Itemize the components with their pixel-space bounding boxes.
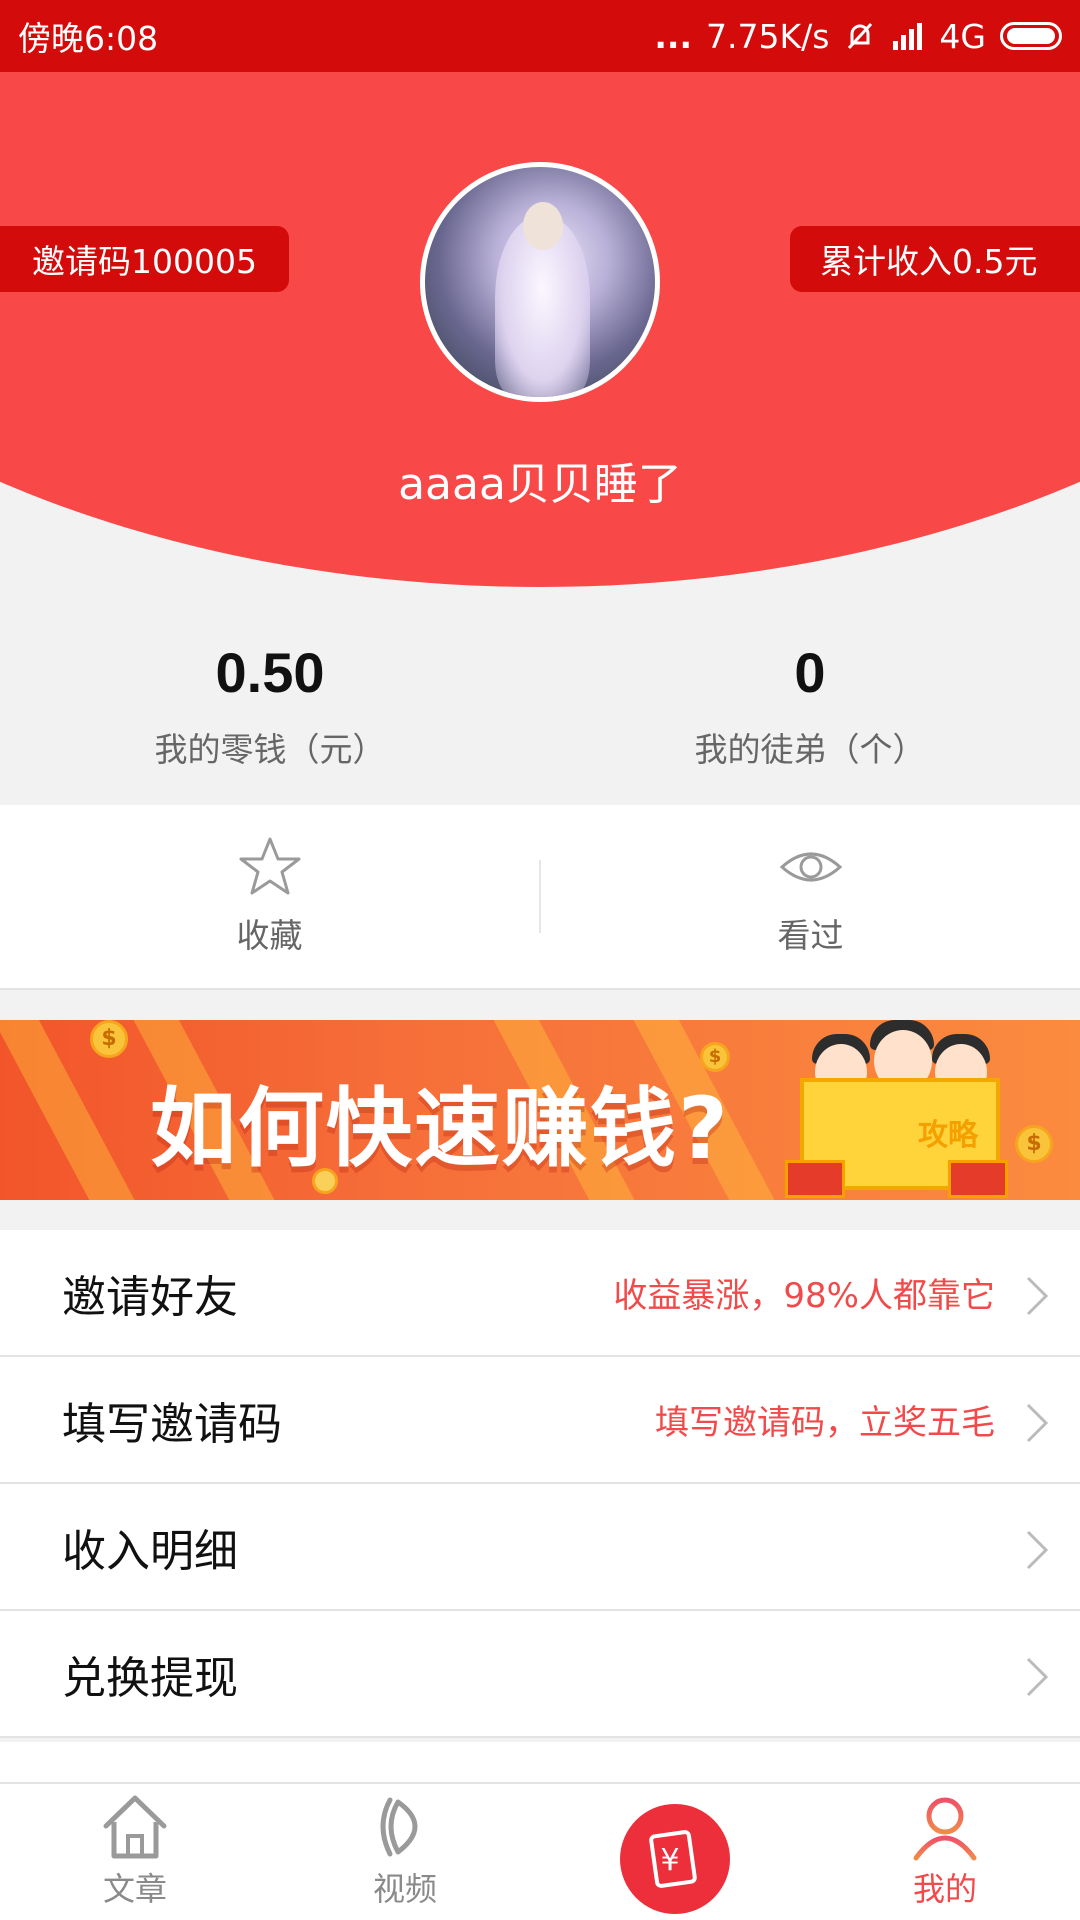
- network-type: 4G: [939, 16, 986, 56]
- history-button[interactable]: 看过: [541, 805, 1080, 988]
- menu-title: 收入明细: [62, 1525, 238, 1577]
- status-right: ... 7.75K/s 4G: [654, 17, 1062, 56]
- menu-hint: 填写邀请码，立奖五毛: [655, 1403, 995, 1443]
- mute-bell-icon: [848, 22, 873, 50]
- menu-exchange-withdraw[interactable]: 兑换提现: [0, 1611, 1080, 1738]
- tab-articles[interactable]: 文章: [0, 1784, 270, 1920]
- username: aaaa贝贝睡了: [398, 459, 682, 510]
- menu-title: 邀请好友: [62, 1271, 238, 1323]
- menu-income-details[interactable]: 收入明细: [0, 1484, 1080, 1611]
- tab-label: 视频: [372, 1870, 437, 1908]
- avatar-head: [523, 202, 563, 250]
- menu-enter-invite-code[interactable]: 填写邀请码 填写邀请码，立奖五毛: [0, 1357, 1080, 1484]
- yuan-symbol: ¥: [660, 1843, 679, 1878]
- chevron-right-icon: [1026, 1403, 1049, 1443]
- person-icon: [913, 1797, 977, 1861]
- tab-label: 文章: [102, 1870, 167, 1908]
- menu-invite-friends[interactable]: 邀请好友 收益暴涨，98%人都靠它: [0, 1230, 1080, 1357]
- net-speed: 7.75K/s: [705, 16, 830, 56]
- history-label: 看过: [777, 916, 844, 955]
- banner-text: 如何快速赚钱?: [150, 1079, 730, 1179]
- gift-box-icon: [948, 1160, 1008, 1198]
- stat-wallet-label: 我的零钱（元）: [154, 730, 386, 769]
- coin-icon: $: [1015, 1125, 1053, 1163]
- favorites-button[interactable]: 收藏: [0, 805, 539, 988]
- profile-header: 邀请码100005 累计收入0.5元 aaaa贝贝睡了: [0, 72, 1080, 600]
- stat-wallet[interactable]: 0.50 我的零钱（元）: [0, 600, 540, 805]
- banner-stripe: [0, 1020, 173, 1200]
- chevron-right-icon: [1026, 1657, 1049, 1697]
- coin-icon: $: [90, 1020, 128, 1058]
- tab-red-envelope[interactable]: ¥: [540, 1784, 810, 1920]
- menu-next-row-partial: [0, 1742, 1080, 1782]
- earn-money-banner[interactable]: $ $ $ 如何快速赚钱? 攻略: [0, 1020, 1080, 1200]
- tab-label: 我的: [912, 1870, 977, 1908]
- tab-mine[interactable]: 我的: [810, 1784, 1080, 1920]
- video-icon: [380, 1797, 418, 1857]
- menu-title: 兑换提现: [62, 1652, 238, 1704]
- stats-row: 0.50 我的零钱（元） 0 我的徒弟（个）: [0, 600, 1080, 805]
- menu-list: 邀请好友 收益暴涨，98%人都靠它 填写邀请码 填写邀请码，立奖五毛 收入明细 …: [0, 1230, 1080, 1738]
- chevron-right-icon: [1026, 1276, 1049, 1316]
- menu-hint: 收益暴涨，98%人都靠它: [613, 1276, 995, 1316]
- status-time: 傍晚6:08: [18, 19, 159, 58]
- favorites-label: 收藏: [236, 916, 303, 955]
- stat-apprentices-label: 我的徒弟（个）: [694, 730, 926, 769]
- avatar[interactable]: [420, 162, 660, 402]
- bottom-tab-bar: 文章 视频 ¥ 我的: [0, 1782, 1080, 1920]
- eye-icon: [779, 852, 842, 882]
- red-envelope-glyph: ¥: [649, 1830, 697, 1888]
- menu-title: 填写邀请码: [62, 1398, 282, 1450]
- more-dots-icon: ...: [654, 16, 692, 56]
- gift-box-icon: [785, 1160, 845, 1198]
- star-icon: [239, 837, 300, 895]
- signal-icon: [893, 23, 923, 50]
- total-income-badge[interactable]: 累计收入0.5元: [790, 226, 1080, 292]
- chevron-right-icon: [1026, 1530, 1049, 1570]
- status-bar: 傍晚6:08 ... 7.75K/s 4G: [0, 0, 1080, 72]
- stat-apprentices[interactable]: 0 我的徒弟（个）: [540, 600, 1080, 805]
- stat-wallet-value: 0.50: [215, 641, 325, 704]
- stat-apprentices-value: 0: [794, 641, 826, 704]
- guide-book-label: 攻略: [918, 1118, 978, 1153]
- red-envelope-icon: ¥: [620, 1804, 730, 1914]
- invite-code-badge[interactable]: 邀请码100005: [0, 226, 289, 292]
- tab-videos[interactable]: 视频: [270, 1784, 540, 1920]
- battery-icon: [1000, 22, 1062, 50]
- quick-actions: 收藏 看过: [0, 805, 1080, 990]
- home-icon: [103, 1795, 167, 1859]
